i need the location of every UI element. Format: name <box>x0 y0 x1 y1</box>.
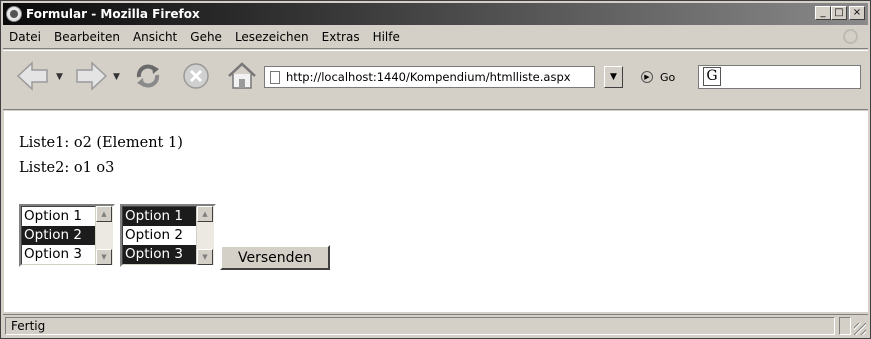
menu-bearbeiten[interactable]: Bearbeiten <box>48 30 127 44</box>
status-segment <box>839 317 851 335</box>
liste1-scrollbar[interactable]: ▲ ▼ <box>96 206 113 265</box>
status-bar: Fertig <box>3 314 868 337</box>
scroll-up-icon[interactable]: ▲ <box>96 206 112 222</box>
liste1-option-1[interactable]: Option 1 <box>22 207 95 226</box>
back-icon[interactable] <box>15 59 51 93</box>
liste2-option-3[interactable]: Option 3 <box>123 245 196 264</box>
liste2-option-2[interactable]: Option 2 <box>123 226 196 245</box>
search-input[interactable]: G <box>698 65 861 89</box>
menu-datei[interactable]: Datei <box>3 30 48 44</box>
page-icon <box>270 70 280 84</box>
title-bar: Formular - Mozilla Firefox _ □ × <box>3 3 868 25</box>
menu-lesezeichen[interactable]: Lesezeichen <box>229 30 316 44</box>
versenden-button[interactable]: Versenden <box>220 245 330 270</box>
url-dropdown-button[interactable]: ▼ <box>604 66 623 88</box>
minimize-button[interactable]: _ <box>815 6 831 20</box>
menu-hilfe[interactable]: Hilfe <box>367 30 407 44</box>
liste1-select[interactable]: Option 1 Option 2 Option 3 ▲ ▼ <box>19 204 115 267</box>
status-text: Fertig <box>5 317 835 335</box>
browser-window: Formular - Mozilla Firefox _ □ × Datei B… <box>0 0 871 339</box>
reload-icon[interactable] <box>131 59 165 93</box>
scroll-up-icon[interactable]: ▲ <box>197 206 213 222</box>
go-icon[interactable]: ▶ <box>641 71 653 83</box>
back-history-dropdown[interactable]: ▼ <box>56 72 63 82</box>
forward-history-dropdown[interactable]: ▼ <box>113 72 120 82</box>
google-search-icon[interactable]: G <box>703 67 721 86</box>
liste1-option-3[interactable]: Option 3 <box>22 245 95 264</box>
url-text[interactable]: http://localhost:1440/Kompendium/htmllis… <box>286 70 571 84</box>
throbber-icon <box>843 29 858 44</box>
page-content: Liste1: o2 (Element 1) Liste2: o1 o3 Opt… <box>4 111 868 312</box>
menu-gehe[interactable]: Gehe <box>184 30 229 44</box>
maximize-button[interactable]: □ <box>831 6 847 20</box>
navigation-toolbar: ▼ ▼ http://localhost:1440/Kompendium/htm… <box>3 50 868 110</box>
liste2-text: Liste2: o1 o3 <box>19 160 115 176</box>
firefox-icon <box>6 6 22 22</box>
menu-extras[interactable]: Extras <box>316 30 367 44</box>
go-button[interactable]: Go <box>660 71 675 84</box>
liste2-select[interactable]: Option 1 Option 2 Option 3 ▲ ▼ <box>120 204 216 267</box>
liste1-text: Liste1: o2 (Element 1) <box>19 135 183 151</box>
liste1-option-2[interactable]: Option 2 <box>22 226 95 245</box>
forward-icon[interactable] <box>73 59 109 93</box>
url-input[interactable]: http://localhost:1440/Kompendium/htmllis… <box>264 66 595 88</box>
home-icon[interactable] <box>225 59 259 93</box>
window-controls: _ □ × <box>815 6 865 20</box>
menu-bar: Datei Bearbeiten Ansicht Gehe Lesezeiche… <box>3 26 868 49</box>
menu-ansicht[interactable]: Ansicht <box>127 30 184 44</box>
scroll-down-icon[interactable]: ▼ <box>197 249 213 265</box>
resize-grip-icon[interactable] <box>854 323 866 335</box>
liste2-options: Option 1 Option 2 Option 3 <box>122 206 197 265</box>
stop-icon[interactable] <box>179 59 213 93</box>
scroll-down-icon[interactable]: ▼ <box>96 249 112 265</box>
liste1-options: Option 1 Option 2 Option 3 <box>21 206 96 265</box>
liste2-option-1[interactable]: Option 1 <box>123 207 196 226</box>
liste2-scrollbar[interactable]: ▲ ▼ <box>197 206 214 265</box>
window-title: Formular - Mozilla Firefox <box>26 7 200 21</box>
close-button[interactable]: × <box>849 6 865 20</box>
